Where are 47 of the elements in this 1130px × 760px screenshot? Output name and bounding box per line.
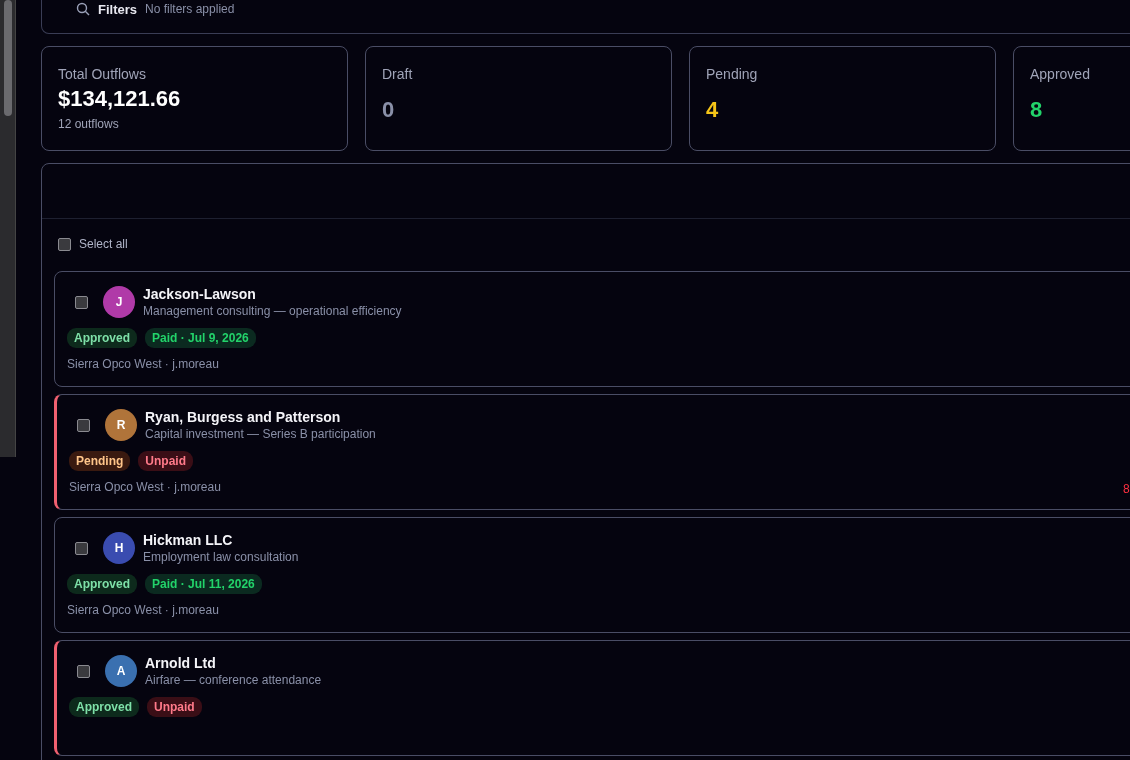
stat-label: Approved bbox=[1030, 66, 1091, 82]
outflow-meta: Sierra Opco West · j.moreau bbox=[69, 480, 222, 494]
payment-tag: Paid · Jul 9, 2026 bbox=[145, 328, 256, 348]
vendor-name: Hickman LLC bbox=[143, 532, 234, 548]
filters-label[interactable]: Filters bbox=[98, 2, 137, 17]
outflow-description: Employment law consultation bbox=[143, 550, 299, 564]
status-tag: Pending bbox=[69, 451, 131, 471]
outflow-card[interactable]: R Ryan, Burgess and Patterson Capital investment — Series B participation Pending Unpaid Sierra Opco West · j.moreau 8 bbox=[54, 394, 1130, 510]
avatar: H bbox=[103, 532, 135, 564]
select-all-label[interactable]: Select all bbox=[79, 237, 128, 251]
outflow-description: Capital investment — Series B participation bbox=[145, 427, 376, 441]
status-tag: Approved bbox=[67, 328, 137, 348]
payment-tag: Unpaid bbox=[138, 451, 193, 471]
outflow-card[interactable]: J Jackson-Lawson Management consulting — operational efficiency Approved Paid · Jul 9, 2026 Sierra Opco West · j.moreau bbox=[54, 271, 1130, 387]
stat-label: Total Outflows bbox=[58, 66, 147, 82]
outflow-meta: Sierra Opco West · j.moreau bbox=[67, 603, 220, 617]
outflow-meta: Sierra Opco West · j.moreau bbox=[67, 357, 220, 371]
row-checkbox[interactable] bbox=[77, 664, 90, 678]
row-checkbox[interactable] bbox=[75, 295, 88, 309]
payment-tag: Unpaid bbox=[147, 697, 202, 717]
vendor-name: Ryan, Burgess and Patterson bbox=[145, 409, 342, 425]
stat-label: Draft bbox=[382, 66, 414, 82]
payment-tag: Paid · Jul 11, 2026 bbox=[145, 574, 262, 594]
vendor-name: Jackson-Lawson bbox=[143, 286, 257, 302]
outflow-amount: 8 bbox=[1123, 482, 1130, 496]
vendor-name: Arnold Ltd bbox=[145, 655, 217, 671]
stat-value: $134,121.66 bbox=[58, 86, 182, 112]
avatar: R bbox=[105, 409, 137, 441]
row-checkbox[interactable] bbox=[75, 541, 88, 555]
search-icon bbox=[76, 2, 90, 16]
avatar: A bbox=[105, 655, 137, 687]
filters-value: No filters applied bbox=[145, 2, 235, 16]
select-all-checkbox[interactable] bbox=[58, 237, 71, 251]
stat-label: Pending bbox=[706, 66, 759, 82]
stat-value: 8 bbox=[1030, 97, 1044, 123]
stat-value: 0 bbox=[382, 97, 396, 123]
status-tag: Approved bbox=[69, 697, 139, 717]
avatar: J bbox=[103, 286, 135, 318]
scrollbar-thumb[interactable] bbox=[4, 0, 12, 116]
stat-caption: 12 outflows bbox=[58, 117, 120, 131]
stat-value: 4 bbox=[706, 97, 720, 123]
status-tag: Approved bbox=[67, 574, 137, 594]
outflow-card[interactable]: H Hickman LLC Employment law consultation Approved Paid · Jul 11, 2026 Sierra Opco West · j.moreau bbox=[54, 517, 1130, 633]
outflow-card[interactable]: A Arnold Ltd Airfare — conference attendance Approved Unpaid bbox=[54, 640, 1130, 756]
outflow-description: Management consulting — operational efficiency bbox=[143, 304, 402, 318]
outflow-description: Airfare — conference attendance bbox=[145, 673, 322, 687]
row-checkbox[interactable] bbox=[77, 418, 90, 432]
